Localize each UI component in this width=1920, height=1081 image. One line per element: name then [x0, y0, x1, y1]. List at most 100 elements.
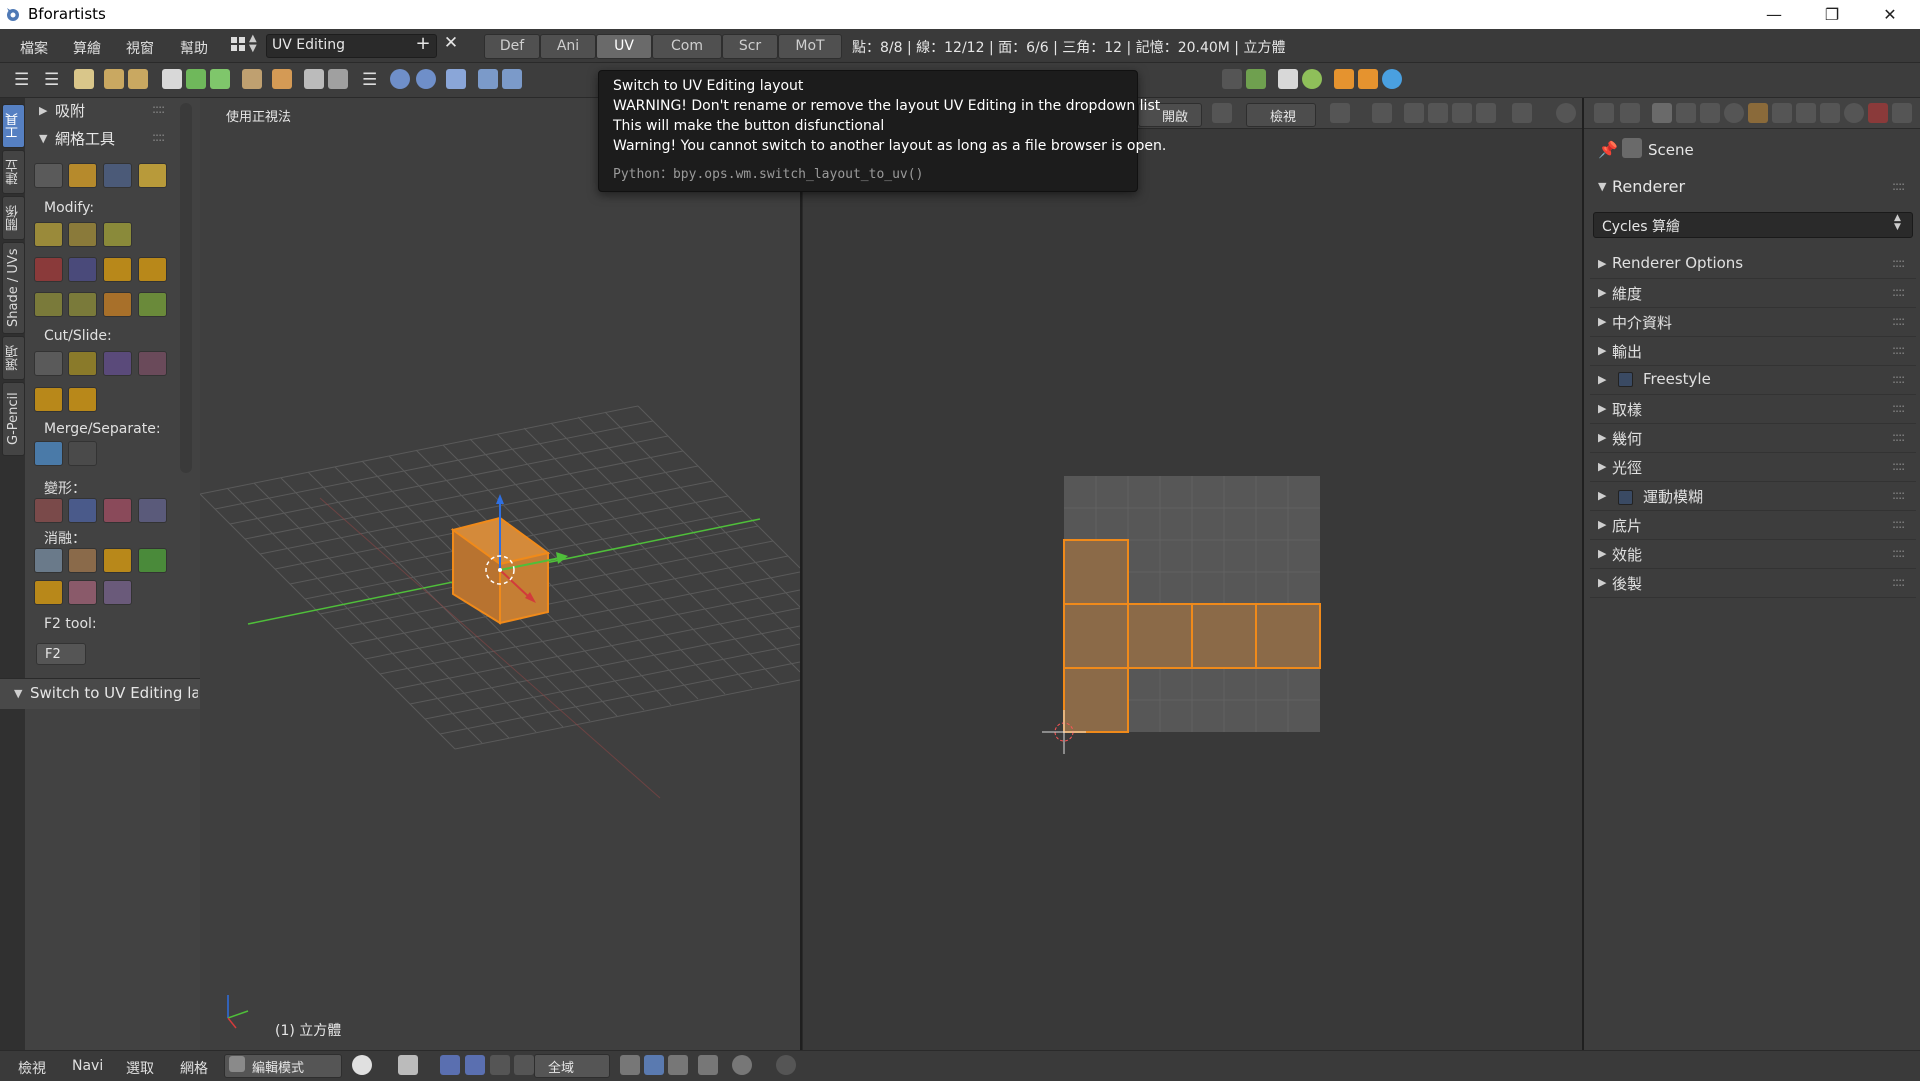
- pin-icon[interactable]: [1212, 103, 1232, 123]
- snap-panel-title[interactable]: 吸附: [55, 100, 85, 121]
- uv-island-mode-icon[interactable]: [1476, 103, 1496, 123]
- uv-proportional-icon[interactable]: [1556, 103, 1576, 123]
- uv-select-icon[interactable]: [1372, 103, 1392, 123]
- edge-select-icon[interactable]: [644, 1055, 664, 1075]
- tool-spin-icon[interactable]: [68, 257, 97, 282]
- face-select-icon[interactable]: [668, 1055, 688, 1075]
- drag-handle-icon[interactable]: ::::: [1892, 546, 1905, 560]
- pin-scene-icon[interactable]: 📌: [1598, 140, 1618, 159]
- tool-orange-icon[interactable]: [1334, 69, 1354, 89]
- tool-dissolve-6-icon[interactable]: [68, 580, 97, 605]
- tool-orange-2-icon[interactable]: [1358, 69, 1378, 89]
- undo-icon[interactable]: [390, 69, 410, 89]
- props-world-tab-icon[interactable]: [1724, 103, 1744, 123]
- recent-folder-icon[interactable]: [128, 69, 148, 89]
- redo-icon[interactable]: [416, 69, 436, 89]
- properties-panel-title[interactable]: Freestyle: [1612, 370, 1711, 388]
- panel-collapse-icon[interactable]: ▶: [1598, 315, 1606, 328]
- props-material-tab-icon[interactable]: [1844, 103, 1864, 123]
- tab-gpencil[interactable]: G-Pencil: [2, 382, 25, 456]
- tab-uv[interactable]: UV: [596, 34, 652, 59]
- tool-edge-slide-icon[interactable]: [138, 351, 167, 376]
- delete-layout-button[interactable]: ✕: [440, 33, 462, 55]
- save-copy-icon[interactable]: [210, 69, 230, 89]
- tool-lock-icon[interactable]: [1278, 69, 1298, 89]
- tool-dissolve-1-icon[interactable]: [34, 548, 63, 573]
- menu-select[interactable]: 選取: [126, 1058, 154, 1078]
- link-icon[interactable]: [242, 69, 262, 89]
- vertex-select-icon[interactable]: [620, 1055, 640, 1075]
- props-render-tab-icon[interactable]: [1652, 103, 1672, 123]
- menu-more-icon[interactable]: ☰: [362, 70, 377, 90]
- props-outliner-icon[interactable]: [1594, 103, 1614, 123]
- redo-panel-collapse-icon[interactable]: ▼: [14, 687, 22, 700]
- tool-sphere-icon[interactable]: [1302, 69, 1322, 89]
- properties-panel-title[interactable]: 運動模糊: [1612, 486, 1703, 507]
- new-file-icon[interactable]: [74, 69, 94, 89]
- drag-handle-icon[interactable]: ::::: [1892, 575, 1905, 589]
- drag-handle-icon[interactable]: ::::: [1892, 285, 1905, 299]
- tool-inset-icon[interactable]: [103, 222, 132, 247]
- renderer-panel-title[interactable]: Renderer: [1612, 177, 1685, 196]
- props-editor-type-icon[interactable]: [1620, 103, 1640, 123]
- menu-mesh[interactable]: 網格: [180, 1058, 208, 1078]
- tool-dissolve-2-icon[interactable]: [68, 548, 97, 573]
- tool-blue-icon[interactable]: [1382, 69, 1402, 89]
- minimize-button[interactable]: —: [1745, 0, 1803, 29]
- panel-collapse-icon[interactable]: ▶: [1598, 344, 1606, 357]
- uv-sync-icon[interactable]: [1330, 103, 1350, 123]
- open-folder-icon[interactable]: [104, 69, 124, 89]
- tool-rip-icon[interactable]: [68, 387, 97, 412]
- uv-canvas[interactable]: [802, 129, 1582, 1050]
- drag-handle-icon[interactable]: ::::: [1892, 179, 1905, 193]
- tool-vertex-slide-icon[interactable]: [34, 387, 63, 412]
- tool-bisect-icon[interactable]: [103, 351, 132, 376]
- tool-dissolve-5-icon[interactable]: [34, 580, 63, 605]
- panel-collapse-icon[interactable]: ▶: [1598, 402, 1606, 415]
- props-data-tab-icon[interactable]: [1820, 103, 1840, 123]
- tool-bevel-icon[interactable]: [138, 257, 167, 282]
- drag-handle-icon[interactable]: ::::: [1892, 256, 1905, 270]
- menu-file[interactable]: 檔案: [20, 38, 48, 58]
- properties-panel-title[interactable]: 後製: [1612, 573, 1642, 594]
- panel-collapse-icon[interactable]: ▶: [1598, 576, 1606, 589]
- append-icon[interactable]: [272, 69, 292, 89]
- close-button[interactable]: ✕: [1861, 0, 1919, 29]
- uv-vertex-mode-icon[interactable]: [1404, 103, 1424, 123]
- drag-handle-icon[interactable]: ::::: [1892, 488, 1905, 502]
- tool-shrink-icon[interactable]: [68, 292, 97, 317]
- save-as-icon[interactable]: [186, 69, 206, 89]
- tool-deform-4-icon[interactable]: [138, 498, 167, 523]
- drag-handle-icon[interactable]: ::::: [1892, 343, 1905, 357]
- panel-collapse-icon[interactable]: ▶: [1598, 286, 1606, 299]
- tool-deform-3-icon[interactable]: [103, 498, 132, 523]
- menu-help[interactable]: 幫助: [180, 38, 208, 58]
- props-constraints-tab-icon[interactable]: [1772, 103, 1792, 123]
- manipulator-icon[interactable]: [440, 1055, 460, 1075]
- rotate-icon[interactable]: [490, 1055, 510, 1075]
- tool-shelf-scrollbar[interactable]: [180, 103, 192, 473]
- render-animation-icon[interactable]: [328, 69, 348, 89]
- tool-layers-icon[interactable]: [138, 292, 167, 317]
- menu-window[interactable]: 視窗: [126, 38, 154, 58]
- drag-handle-icon[interactable]: ::::: [1892, 372, 1905, 386]
- tab-options[interactable]: 選項: [2, 336, 25, 380]
- tool-mirror-icon[interactable]: [138, 163, 167, 188]
- tool-dissolve-7-icon[interactable]: [103, 580, 132, 605]
- props-modifiers-tab-icon[interactable]: [1796, 103, 1816, 123]
- render-icon[interactable]: [304, 69, 324, 89]
- props-object-tab-icon[interactable]: [1748, 103, 1768, 123]
- menu-view[interactable]: 檢視: [18, 1058, 46, 1078]
- tool-normal-icon[interactable]: [68, 163, 97, 188]
- tool-knife-project-icon[interactable]: [68, 351, 97, 376]
- tool-knife-icon[interactable]: [34, 351, 63, 376]
- drag-handle-icon[interactable]: ::::: [152, 130, 165, 144]
- panel-collapse-icon[interactable]: ▶: [1598, 547, 1606, 560]
- translate-icon[interactable]: [465, 1055, 485, 1075]
- tool-loop-cut-icon[interactable]: [34, 257, 63, 282]
- tool-smooth-icon[interactable]: [34, 292, 63, 317]
- shading-mode-icon[interactable]: [352, 1055, 372, 1075]
- tab-scr[interactable]: Scr: [722, 34, 778, 59]
- props-particles-tab-icon[interactable]: [1892, 103, 1912, 123]
- drag-handle-icon[interactable]: ::::: [1892, 314, 1905, 328]
